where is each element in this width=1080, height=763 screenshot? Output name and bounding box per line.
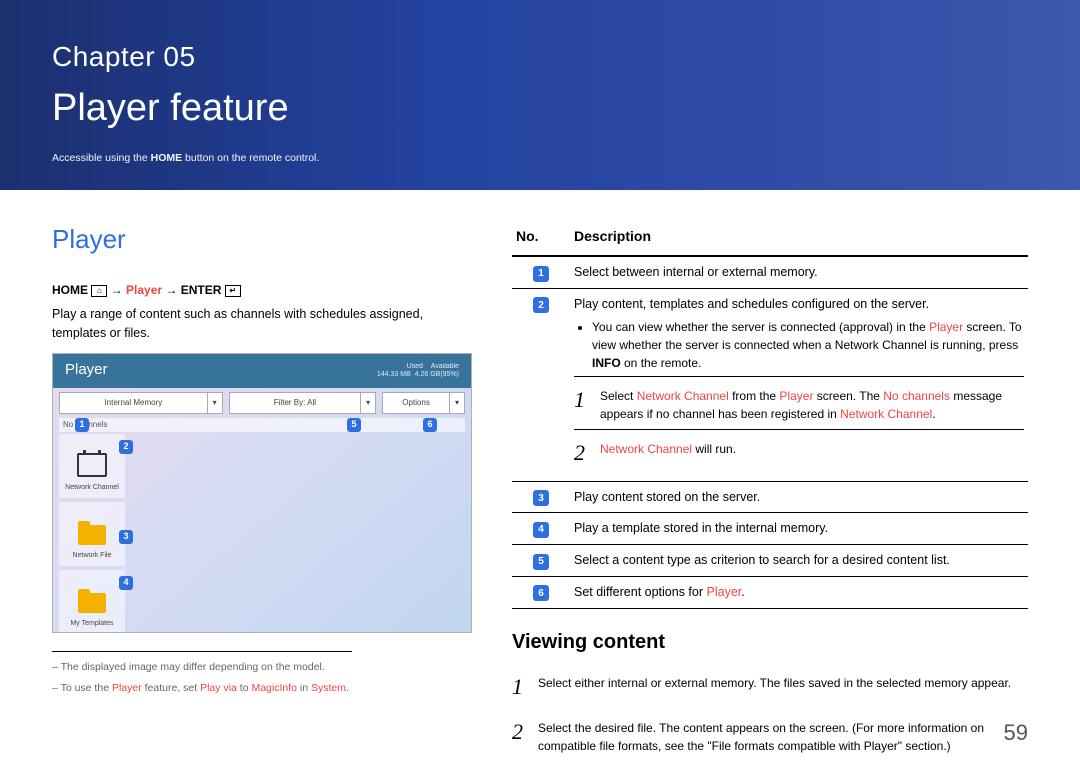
section-heading-viewing: Viewing content <box>512 627 1028 657</box>
table-row: 2 Play content, templates and schedules … <box>512 288 1028 481</box>
callout-1: 1 <box>75 418 89 432</box>
home-icon: ⌂ <box>91 285 107 297</box>
callout-2: 2 <box>119 440 133 454</box>
screenshot-illustration: Player Used Available 144.33 MB 4.26 GB(… <box>52 353 472 633</box>
footnotes: – The displayed image may differ dependi… <box>52 651 352 698</box>
page-number: 59 <box>1004 716 1028 749</box>
screenshot-title: Player <box>65 359 108 382</box>
folder-icon <box>78 593 106 613</box>
folder-icon <box>78 525 106 545</box>
intro-text: Play a range of content such as channels… <box>52 305 472 343</box>
callout-3: 3 <box>119 530 133 544</box>
tab-filter[interactable]: Filter By: All▾ <box>229 392 377 414</box>
chapter-title: Player feature <box>52 80 1028 137</box>
chapter-hero: Chapter 05 Player feature Accessible usi… <box>0 0 1080 190</box>
enter-icon: ↵ <box>225 285 241 297</box>
section-heading-player: Player <box>52 220 472 259</box>
tab-internal-memory[interactable]: Internal Memory▾ <box>59 392 223 414</box>
col-desc: Description <box>570 220 1028 256</box>
tile-my-templates[interactable]: My Templates 4 <box>59 570 125 633</box>
callout-5: 5 <box>347 418 361 432</box>
callout-4: 4 <box>119 576 133 590</box>
tile-network-channel[interactable]: Network Channel 2 <box>59 434 125 498</box>
table-row: 5Select a content type as criterion to s… <box>512 545 1028 577</box>
col-no: No. <box>512 220 570 256</box>
callout-6: 6 <box>423 418 437 432</box>
table-row: 1Select between internal or external mem… <box>512 256 1028 288</box>
tab-options[interactable]: Options▾ <box>382 392 465 414</box>
description-table: No.Description 1Select between internal … <box>512 220 1028 609</box>
chapter-label: Chapter 05 <box>52 36 1028 78</box>
table-row: 3Play content stored on the server. <box>512 481 1028 513</box>
calendar-icon <box>77 453 107 477</box>
table-row: 4Play a template stored in the internal … <box>512 513 1028 545</box>
table-row: 6Set different options for Player. <box>512 576 1028 608</box>
menu-path: HOME ⌂ → Player → ENTER ↵ <box>52 281 472 299</box>
no-channels-banner: No channels <box>59 418 465 432</box>
chapter-subtitle: Accessible using the HOME button on the … <box>52 151 1028 167</box>
tile-network-file[interactable]: Network File 3 <box>59 502 125 566</box>
